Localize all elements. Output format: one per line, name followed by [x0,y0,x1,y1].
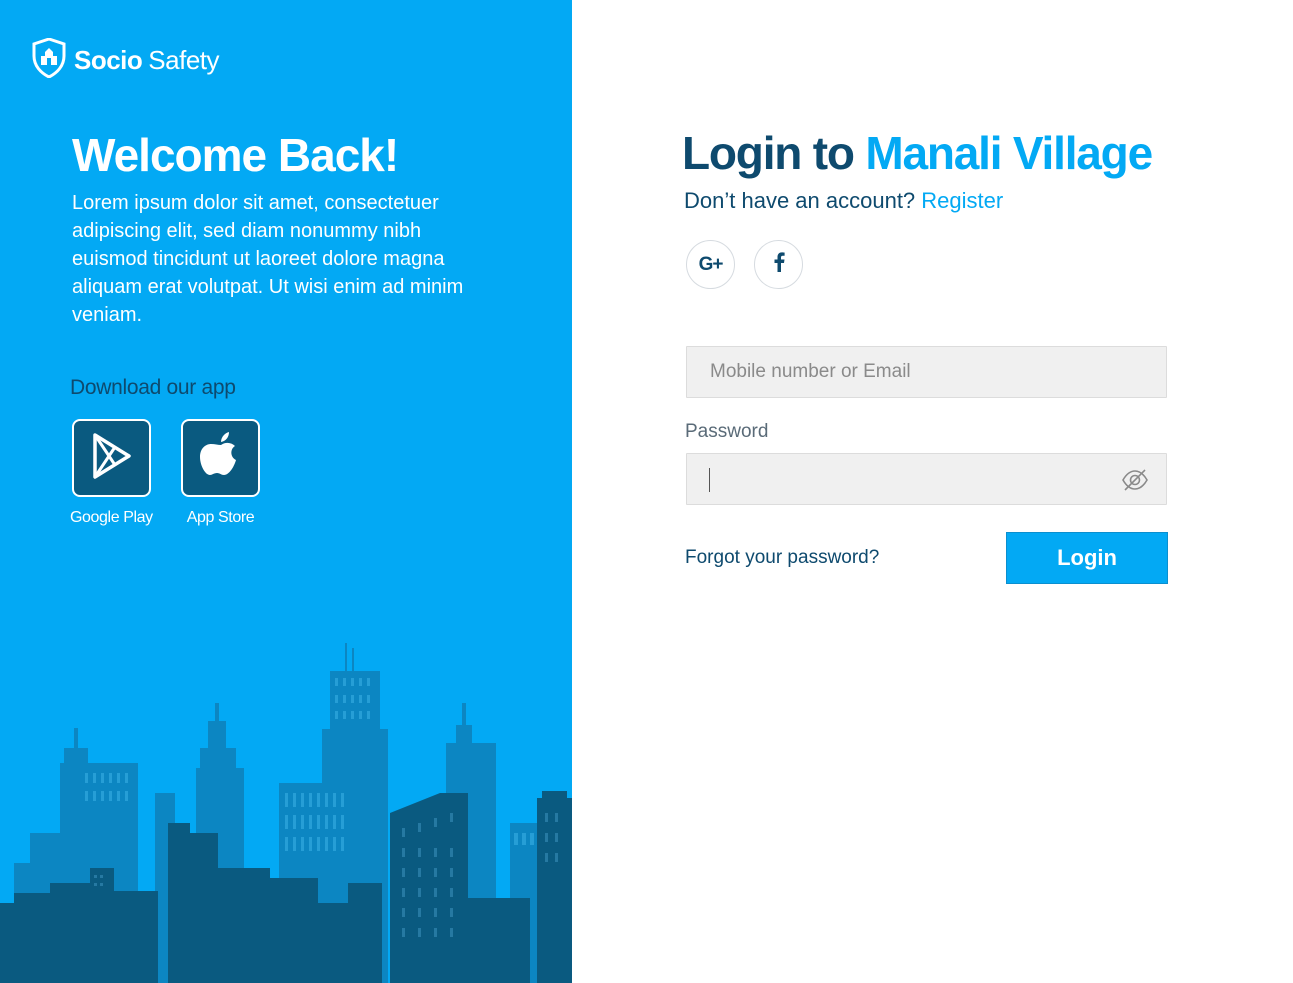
app-store-button[interactable]: App Store [181,419,260,527]
google-play-button[interactable]: Google Play [70,419,153,527]
register-link[interactable]: Register [921,188,1003,213]
brand-name-bold: Socio [74,45,143,75]
shield-icon [32,37,66,83]
apple-icon [198,430,244,487]
forgot-password-link[interactable]: Forgot your password? [685,547,879,569]
login-panel: Login to Manali Village Don’t have an ac… [572,0,1293,983]
welcome-title: Welcome Back! [72,129,399,181]
text-cursor [709,468,710,492]
google-plus-login-button[interactable]: G+ [686,240,735,289]
welcome-description: Lorem ipsum dolor sit amet, consectetuer… [72,192,464,326]
welcome-panel: Socio Safety Welcome Back! Lorem ipsum do… [0,0,572,983]
password-field-wrapper [686,453,1167,505]
google-play-icon [89,431,135,486]
login-title-community: Manali Village [865,127,1153,179]
login-title-prefix: Login to [682,127,855,179]
facebook-icon [773,252,785,277]
google-plus-icon: G+ [698,253,724,275]
login-button[interactable]: Login [1006,532,1168,584]
download-title: Download our app [70,376,236,399]
city-skyline-illustration [0,643,572,983]
facebook-login-button[interactable] [754,240,803,289]
no-account-text: Don’t have an account? [684,188,916,213]
google-play-label: Google Play [70,509,153,526]
password-input[interactable] [687,454,1166,504]
brand-logo: Socio Safety [32,37,220,83]
password-label: Password [685,421,769,442]
email-field-wrapper [686,346,1167,398]
app-store-label: App Store [186,509,255,526]
email-input[interactable] [687,347,1166,397]
brand-name-light: Safety [148,45,220,75]
login-title: Login to Manali Village [682,126,1153,180]
eye-slash-icon[interactable] [1121,467,1149,498]
register-prompt: Don’t have an account? Register [684,188,1003,214]
